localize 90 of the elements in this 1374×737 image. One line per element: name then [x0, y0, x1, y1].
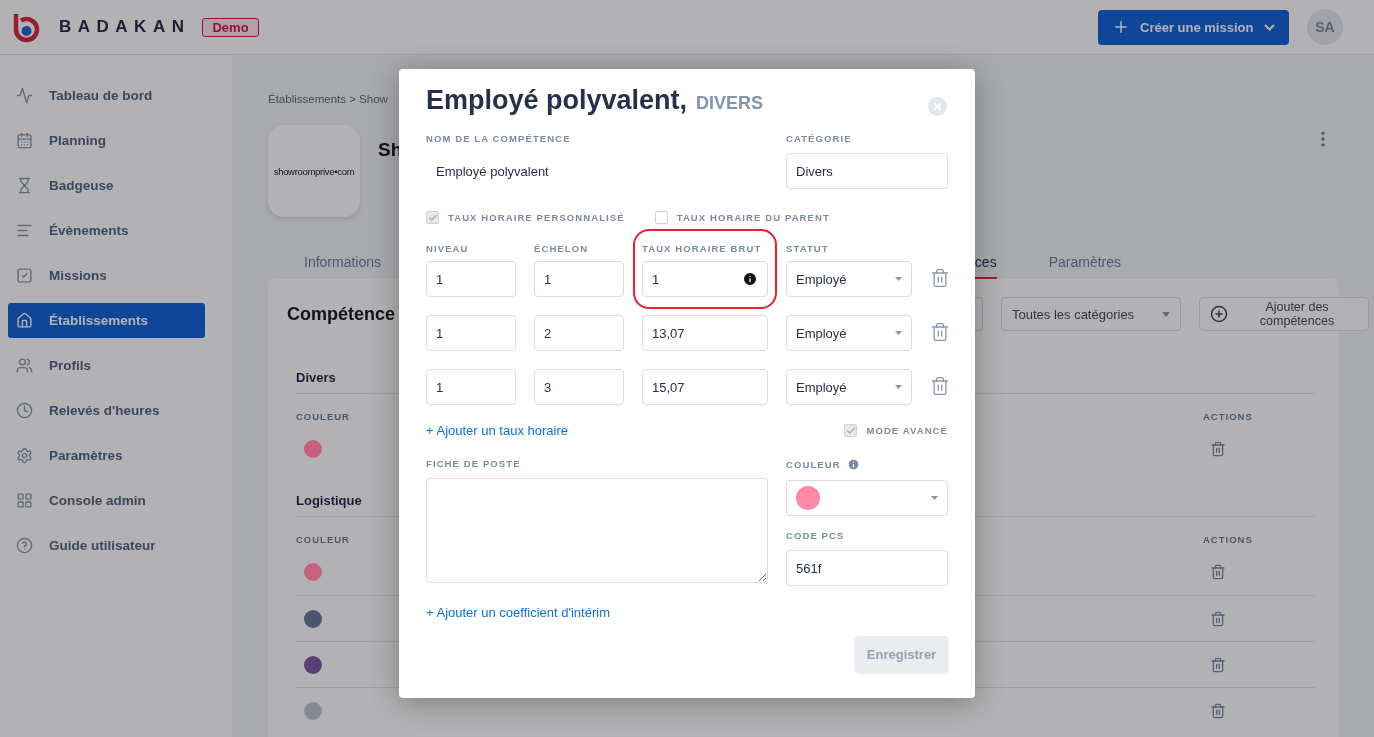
tab[interactable]: Paramètres: [1048, 254, 1121, 279]
logo-icon: [12, 11, 41, 43]
dialog-title: Employé polyvalent,: [426, 85, 688, 116]
level-field[interactable]: 1: [426, 315, 516, 351]
status-select[interactable]: Employé: [786, 315, 912, 351]
checkbox-label: TAUX HORAIRE DU PARENT: [676, 212, 830, 223]
job-sheet-field[interactable]: [426, 478, 768, 583]
delete-button[interactable]: [930, 268, 950, 290]
delete-button[interactable]: [930, 322, 950, 344]
column-label: ÉCHELON: [534, 243, 590, 254]
caret-icon: [895, 385, 902, 389]
demo-badge: Demo: [202, 17, 259, 37]
status-select[interactable]: Employé: [786, 369, 912, 405]
step-field[interactable]: 3: [534, 369, 624, 405]
tab[interactable]: Informations: [304, 254, 382, 279]
grid-icon: [16, 492, 33, 509]
trash-icon[interactable]: [1210, 441, 1226, 457]
sidebar-item[interactable]: Missions: [8, 258, 205, 293]
caret-icon: [931, 496, 938, 500]
caret-icon: [895, 331, 902, 335]
sidebar-item[interactable]: Établissements: [8, 303, 205, 338]
field-label: COULEUR: [786, 459, 841, 470]
card-title: Compétence: [287, 303, 396, 325]
color-select[interactable]: [786, 480, 948, 516]
sidebar-item[interactable]: Évènements: [8, 213, 205, 248]
step-field[interactable]: 1: [534, 261, 624, 297]
column-label: NIVEAU: [426, 243, 470, 254]
checkbox[interactable]: [844, 424, 858, 437]
column-header: ACTIONS: [1203, 410, 1254, 422]
create-mission-button[interactable]: Créer une mission: [1098, 9, 1289, 45]
checkbox-label: TAUX HORAIRE PERSONNALISÉ: [448, 212, 625, 223]
house-icon: [16, 312, 33, 329]
list-icon: [16, 222, 33, 239]
plus-icon: [1112, 18, 1130, 36]
sidebar-item[interactable]: Guide utilisateur: [8, 528, 205, 563]
caret-icon: [1162, 311, 1170, 317]
close-icon: [932, 100, 943, 112]
hourly-rate-field[interactable]: 15,07: [642, 369, 768, 405]
level-field[interactable]: 1: [426, 261, 516, 297]
clock-icon: [16, 402, 33, 419]
step-field[interactable]: 2: [534, 315, 624, 351]
level-field[interactable]: 1: [426, 369, 516, 405]
add-skills-button[interactable]: Ajouter des compétences: [1199, 297, 1369, 331]
info-icon: [742, 271, 758, 287]
category-field[interactable]: Divers: [786, 153, 948, 189]
trash-icon[interactable]: [1210, 564, 1226, 580]
column-label: STATUT: [786, 243, 830, 254]
sidebar-item[interactable]: Tableau de bord: [8, 78, 205, 113]
checkbox-icon: [16, 267, 33, 284]
sidebar-item[interactable]: Relevés d'heures: [8, 393, 205, 428]
hourglass-icon: [16, 177, 33, 194]
delete-button[interactable]: [930, 376, 950, 398]
sidebar-item[interactable]: Badgeuse: [8, 168, 205, 203]
field-label: NOM DE LA COMPÉTENCE: [426, 133, 572, 144]
field-label: FICHE DE POSTE: [426, 458, 522, 469]
checkbox[interactable]: [654, 211, 668, 224]
users-icon: [16, 357, 33, 374]
sidebar-item[interactable]: Console admin: [8, 483, 205, 518]
caret-icon: [895, 277, 902, 281]
trash-icon[interactable]: [1210, 656, 1226, 673]
dialog-subtitle: DIVERS: [696, 93, 764, 114]
column-label: TAUX HORAIRE BRUT: [642, 243, 763, 254]
category-select[interactable]: Toutes les catégories: [1001, 297, 1181, 331]
column-header: COULEUR: [296, 533, 350, 545]
settings-icon: [16, 447, 33, 464]
trash-icon[interactable]: [1210, 702, 1226, 719]
hourly-rate-field[interactable]: 1: [642, 261, 768, 297]
plus-circle-icon: [1210, 305, 1228, 323]
add-rate-link[interactable]: + Ajouter un taux horaire: [426, 423, 568, 438]
pulse-icon: [16, 87, 33, 104]
checkbox-label: MODE AVANCÉ: [866, 425, 948, 436]
field-label: CATÉGORIE: [786, 133, 853, 144]
sidebar-item[interactable]: Paramètres: [8, 438, 205, 473]
color-swatch: [796, 486, 820, 510]
calendar-icon: [16, 132, 33, 149]
hourly-rate-field[interactable]: 13,07: [642, 315, 768, 351]
sidebar-item[interactable]: Profils: [8, 348, 205, 383]
pcs-code-field[interactable]: 561f: [786, 550, 948, 586]
sidebar-item[interactable]: Planning: [8, 123, 205, 158]
chevron-down-icon: [1264, 23, 1275, 31]
column-header: ACTIONS: [1203, 533, 1254, 545]
field-label: CODE PCS: [786, 530, 846, 541]
logo-text: showroomprive•com: [273, 165, 355, 177]
column-header: COULEUR: [296, 410, 350, 422]
add-coefficient-link[interactable]: + Ajouter un coefficient d'intérim: [426, 605, 948, 620]
brand-name: BADAKAN: [59, 17, 191, 37]
trash-icon[interactable]: [1210, 610, 1226, 627]
info-icon: [846, 458, 860, 471]
status-select[interactable]: Employé: [786, 261, 912, 297]
help-icon: [16, 537, 33, 554]
